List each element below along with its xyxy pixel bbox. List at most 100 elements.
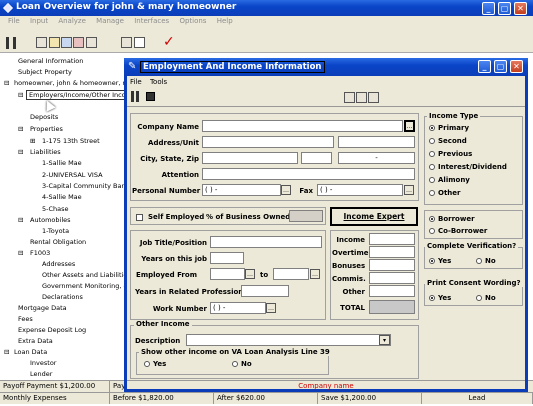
other-input[interactable]: [369, 285, 415, 297]
tree-item-selected[interactable]: Employers/Income/Other Inco: [26, 90, 129, 100]
tree-item[interactable]: Mortgage Data: [18, 304, 67, 312]
expand-icon[interactable]: ⊟: [18, 249, 23, 257]
menu-file[interactable]: File: [8, 17, 20, 25]
commis-input[interactable]: [369, 272, 415, 284]
print-icon[interactable]: [36, 37, 47, 48]
dialog-print-icon[interactable]: [356, 92, 367, 103]
fax-input[interactable]: ( ) -: [317, 184, 403, 196]
menu-analyze[interactable]: Analyze: [58, 17, 86, 25]
tree-item[interactable]: 4-Sallie Mae: [42, 193, 82, 201]
save-icon[interactable]: [146, 92, 155, 101]
columns-icon[interactable]: [6, 37, 16, 49]
window-icon[interactable]: [121, 37, 132, 48]
menu-help[interactable]: Help: [217, 17, 233, 25]
maximize-button[interactable]: ▢: [498, 2, 511, 15]
co-borrower-radio[interactable]: Co-Borrower: [429, 227, 487, 235]
overtime-input[interactable]: [369, 246, 415, 258]
tree-item[interactable]: Addresses: [42, 260, 75, 268]
menu-interfaces[interactable]: Interfaces: [134, 17, 169, 25]
expand-icon[interactable]: ⊟: [18, 148, 23, 156]
income-input[interactable]: [369, 233, 415, 245]
expand-icon[interactable]: ⊟: [18, 91, 23, 99]
dialog-close-button[interactable]: ✕: [510, 60, 523, 73]
verification-yes-radio[interactable]: Yes: [429, 257, 451, 265]
tree-item[interactable]: Other Assets and Liabilities: [42, 271, 131, 279]
tree-item[interactable]: Declarations: [42, 293, 83, 301]
verification-no-radio[interactable]: No: [476, 257, 496, 265]
company-lookup-button[interactable]: …: [404, 120, 415, 132]
expand-icon[interactable]: ⊟: [18, 125, 23, 133]
city-input[interactable]: [202, 152, 298, 164]
minimize-button[interactable]: _: [482, 2, 495, 15]
va-no-radio[interactable]: No: [232, 360, 252, 368]
self-employed-checkbox[interactable]: [136, 213, 146, 221]
tree-item[interactable]: Automobiles: [30, 216, 71, 224]
close-button[interactable]: ✕: [514, 2, 527, 15]
dialog-columns-icon[interactable]: [131, 91, 139, 102]
menu-options[interactable]: Options: [179, 17, 206, 25]
income-type-alimony[interactable]: Alimony: [429, 176, 470, 184]
zip-input[interactable]: -: [338, 152, 415, 164]
personal-number-button[interactable]: …: [281, 185, 291, 195]
tree-item[interactable]: Fees: [18, 315, 33, 323]
attention-input[interactable]: [202, 168, 415, 180]
checkmark-icon[interactable]: ✓: [163, 34, 175, 50]
tree-item[interactable]: 1-175 13th Street: [42, 137, 100, 145]
tree-item[interactable]: Expense Deposit Log: [18, 326, 86, 334]
company-name-input[interactable]: [202, 120, 403, 132]
expand-icon[interactable]: ⊟: [18, 216, 23, 224]
tree-item[interactable]: homeowner, john & homeowner, m: [14, 79, 129, 87]
employed-from-input[interactable]: [210, 268, 245, 280]
employed-to-input[interactable]: [273, 268, 309, 280]
work-number-button[interactable]: …: [266, 303, 276, 313]
expand-icon[interactable]: ⊞: [30, 137, 35, 145]
menu-input[interactable]: Input: [30, 17, 48, 25]
tree-item[interactable]: 5-Chase: [42, 205, 69, 213]
income-type-primary[interactable]: Primary: [429, 124, 469, 132]
tree-item[interactable]: Investor: [30, 359, 56, 367]
dialog-menu-file[interactable]: File: [130, 78, 142, 86]
income-type-previous[interactable]: Previous: [429, 150, 472, 158]
tree-item[interactable]: 1-Toyota: [42, 227, 69, 235]
dialog-maximize-button[interactable]: ▢: [494, 60, 507, 73]
page-icon[interactable]: [134, 37, 145, 48]
income-expert-button[interactable]: Income Expert: [330, 207, 418, 226]
expand-icon[interactable]: ⊟: [4, 348, 9, 356]
tree-item[interactable]: Extra Data: [18, 337, 53, 345]
tree-item[interactable]: Properties: [30, 125, 63, 133]
income-type-other[interactable]: Other: [429, 189, 460, 197]
tree-item[interactable]: 2-UNIVERSAL VISA: [42, 171, 103, 179]
borrower-radio[interactable]: Borrower: [429, 215, 475, 223]
menu-manage[interactable]: Manage: [96, 17, 124, 25]
state-input[interactable]: [301, 152, 332, 164]
income-type-second[interactable]: Second: [429, 137, 467, 145]
expand-icon[interactable]: ⊟: [4, 79, 9, 87]
tree-item[interactable]: 1-Sallie Mae: [42, 159, 82, 167]
years-in-profession-input[interactable]: [241, 285, 289, 297]
tree-item[interactable]: F1003: [30, 249, 50, 257]
tree-item[interactable]: Subject Property: [18, 68, 72, 76]
fax-button[interactable]: …: [404, 185, 414, 195]
bonuses-input[interactable]: [369, 259, 415, 271]
tree-item[interactable]: Deposits: [30, 113, 58, 121]
consent-no-radio[interactable]: No: [476, 294, 496, 302]
employed-to-button[interactable]: …: [310, 269, 320, 279]
dialog-report-icon[interactable]: [368, 92, 379, 103]
consent-yes-radio[interactable]: Yes: [429, 294, 451, 302]
tree-item[interactable]: Lender: [30, 370, 52, 378]
tree-item[interactable]: Government Monitoring, e: [42, 282, 128, 290]
tree-item[interactable]: Loan Data: [14, 348, 47, 356]
tree-item[interactable]: Liabilities: [30, 148, 61, 156]
description-select[interactable]: [186, 334, 391, 346]
tree-item[interactable]: 3-Capital Community Bank: [42, 182, 129, 190]
description-dropdown-button[interactable]: ▾: [379, 335, 390, 345]
employed-from-button[interactable]: …: [245, 269, 255, 279]
send-icon[interactable]: [73, 37, 84, 48]
address-input[interactable]: [202, 136, 334, 148]
calculator-icon[interactable]: [61, 37, 72, 48]
va-yes-radio[interactable]: Yes: [144, 360, 166, 368]
job-title-input[interactable]: [210, 236, 322, 248]
personal-number-input[interactable]: ( ) -: [202, 184, 281, 196]
document-icon[interactable]: [86, 37, 97, 48]
dialog-minimize-button[interactable]: _: [478, 60, 491, 73]
